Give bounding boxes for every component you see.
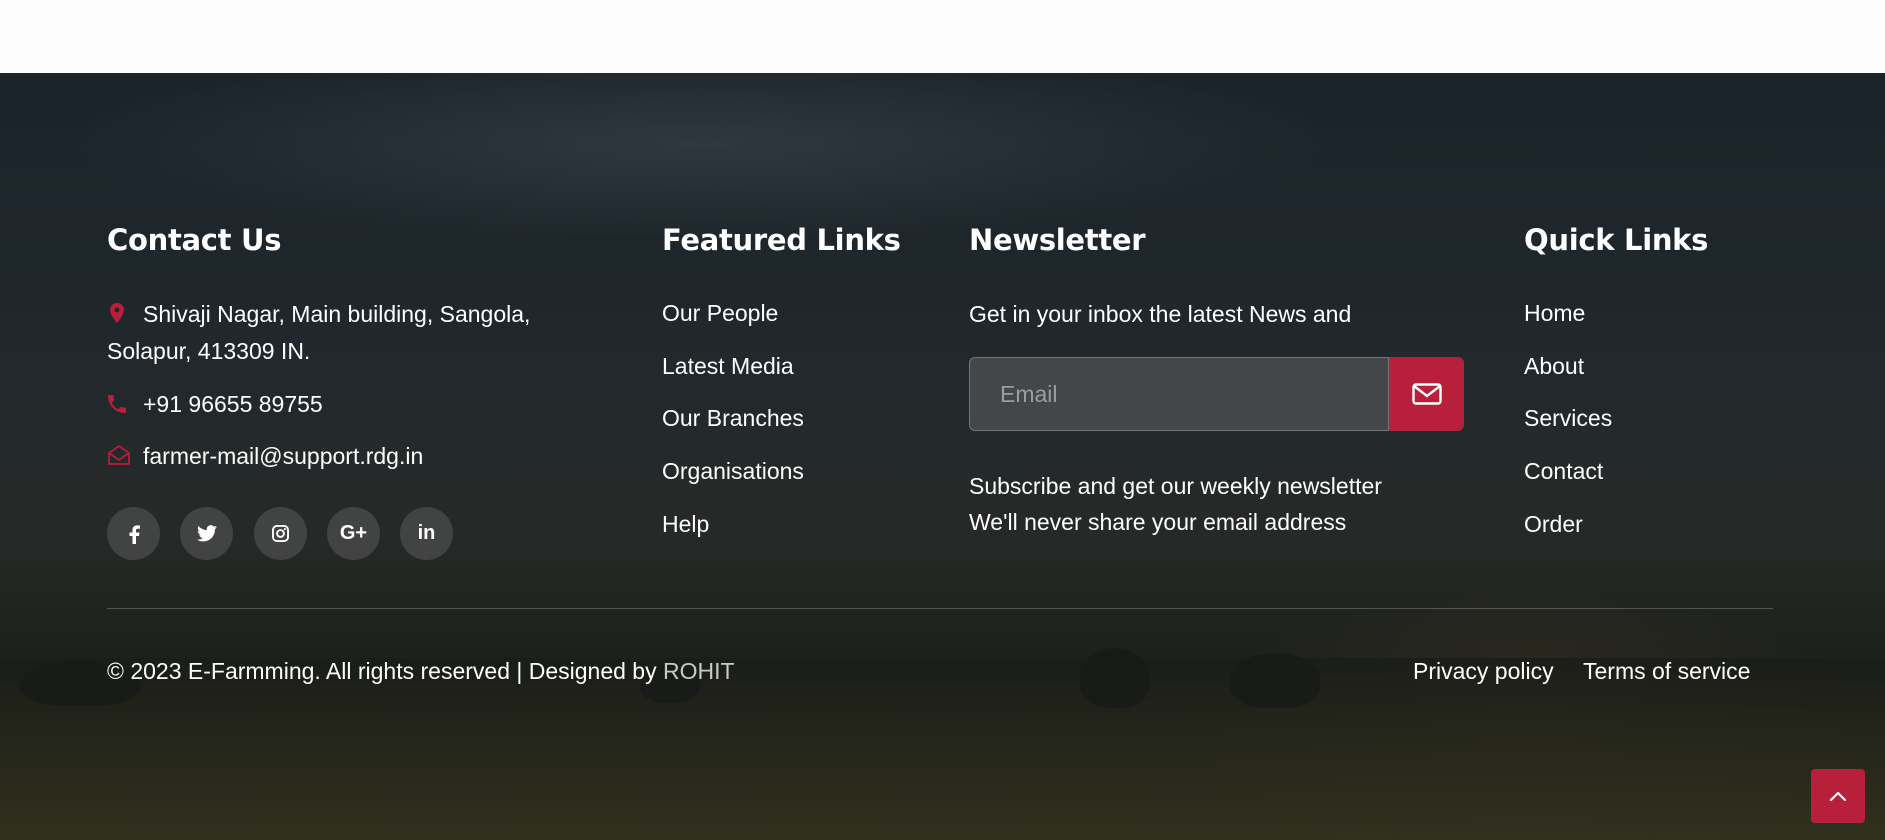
designer-link[interactable]: ROHIT (663, 658, 735, 684)
twitter-icon[interactable] (180, 507, 233, 560)
contact-title: Contact Us (107, 223, 282, 257)
subscribe-button[interactable] (1389, 357, 1464, 431)
newsletter-title: Newsletter (969, 223, 1146, 257)
featured-link-help[interactable]: Help (662, 511, 709, 538)
featured-link-our-branches[interactable]: Our Branches (662, 405, 804, 432)
newsletter-email-input[interactable] (970, 358, 1388, 430)
quick-links-title: Quick Links (1524, 223, 1709, 257)
quick-link-services[interactable]: Services (1524, 405, 1612, 432)
back-to-top-button[interactable] (1811, 769, 1865, 823)
newsletter-note-line-1: Subscribe and get our weekly newsletter (969, 473, 1382, 499)
copyright-label: © 2023 E-Farmming. All rights reserved |… (107, 658, 663, 684)
facebook-icon[interactable] (107, 507, 160, 560)
footer-divider (107, 608, 1773, 609)
quick-link-contact[interactable]: Contact (1524, 458, 1603, 485)
email-address[interactable]: farmer-mail@support.rdg.in (143, 438, 423, 475)
envelope-open-icon (108, 445, 130, 465)
newsletter-note-line-2: We'll never share your email address (969, 509, 1347, 535)
quick-link-home[interactable]: Home (1524, 300, 1585, 327)
phone-number[interactable]: +91 96655 89755 (143, 386, 323, 423)
copyright-text: © 2023 E-Farmming. All rights reserved |… (107, 658, 735, 685)
address-line-2: Solapur, 413309 IN. (107, 338, 311, 364)
quick-link-order[interactable]: Order (1524, 511, 1583, 538)
google-plus-icon[interactable]: G+ (327, 507, 380, 560)
top-strip (0, 0, 1885, 73)
google-plus-glyph: G+ (339, 522, 368, 544)
quick-link-about[interactable]: About (1524, 353, 1584, 380)
newsletter-intro: Get in your inbox the latest News and (969, 301, 1352, 327)
featured-link-organisations[interactable]: Organisations (662, 458, 804, 485)
featured-link-our-people[interactable]: Our People (662, 300, 778, 327)
featured-links-title: Featured Links (662, 223, 901, 257)
featured-link-latest-media[interactable]: Latest Media (662, 353, 794, 380)
chevron-up-icon (1829, 791, 1847, 802)
address-line-1: Shivaji Nagar, Main building, Sangola, (143, 301, 531, 327)
envelope-icon (1411, 383, 1442, 405)
email-input-wrapper (969, 357, 1389, 431)
map-pin-icon (110, 303, 124, 323)
linkedin-glyph: in (417, 522, 436, 544)
phone-icon (108, 395, 126, 413)
instagram-icon[interactable] (254, 507, 307, 560)
linkedin-icon[interactable]: in (400, 507, 453, 560)
privacy-policy-link[interactable]: Privacy policy (1413, 658, 1554, 685)
terms-of-service-link[interactable]: Terms of service (1583, 658, 1750, 685)
